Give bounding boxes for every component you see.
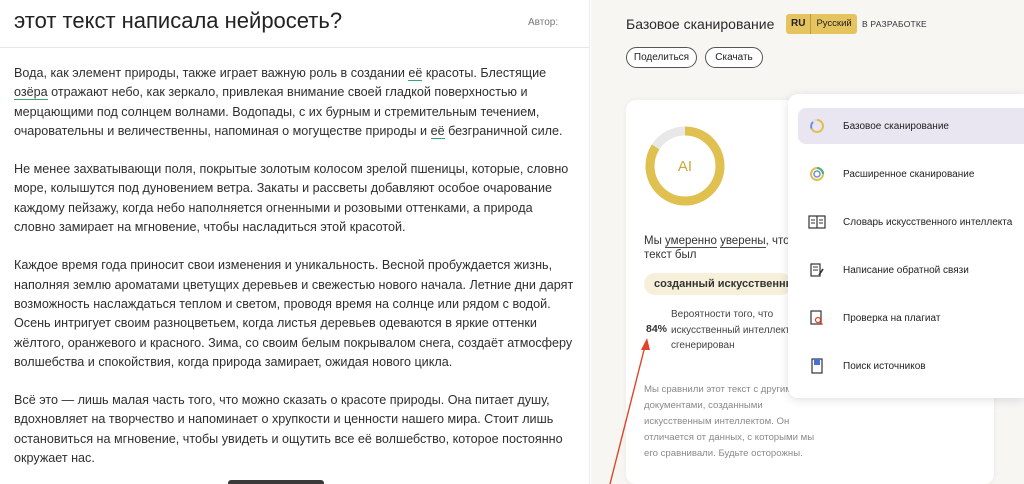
text-line: Не менее захватывающи поля, покрытые зол… bbox=[14, 160, 574, 179]
verdict-line2: текст был bbox=[644, 249, 697, 261]
note-line: отличается от данных, с которыми мы bbox=[644, 432, 815, 443]
text-segment: безграничной силе. bbox=[444, 123, 563, 138]
menu-item-label: Проверка на плагиат bbox=[843, 312, 941, 324]
text-line: остановиться на мгновение, чтобы увидеть… bbox=[14, 430, 574, 449]
download-button[interactable]: Скачать bbox=[705, 47, 763, 68]
language-name: Русский bbox=[816, 18, 852, 29]
text-line: возможность наслаждаться теплом и светом… bbox=[14, 295, 574, 314]
text-segment: окружает нас. bbox=[14, 451, 95, 466]
verdict-pill: созданный искусственным bbox=[644, 273, 792, 295]
plagiarism-icon bbox=[808, 309, 826, 327]
text-line: волшебства и спокойствия, когда природа … bbox=[14, 353, 574, 372]
document-header: этот текст написала нейросеть? Автор: bbox=[0, 0, 589, 48]
donut-label: AI bbox=[677, 157, 693, 175]
text-segment: Осень интригует своим разноцветьем, когд… bbox=[14, 316, 537, 331]
text-line: Вода, как элемент природы, также играет … bbox=[14, 64, 574, 83]
text-line: Осень интригует своим разноцветьем, когд… bbox=[14, 314, 574, 333]
text-line: озёра отражают небо, как зеркало, привле… bbox=[14, 83, 574, 102]
verdict-text: Мы умеренно уверены, что bbox=[644, 233, 794, 249]
probability-value: 84% bbox=[646, 323, 668, 335]
paragraph: Всё это — лишь малая часть того, что мож… bbox=[14, 391, 574, 468]
text-line: очаровательны и величественны, напоминая… bbox=[14, 122, 574, 141]
text-line: наполняя землю ароматами цветущих деревь… bbox=[14, 276, 574, 295]
menu-item-label: Написание обратной связи bbox=[843, 264, 969, 276]
author-label: Автор: bbox=[528, 17, 559, 28]
text-segment: словно замирает на мгновение, чтобы насл… bbox=[14, 220, 406, 235]
menu-item-basic-scan[interactable]: Базовое сканирование bbox=[798, 108, 1024, 144]
document-title[interactable]: этот текст написала нейросеть? bbox=[14, 8, 342, 34]
text-line: каждому пейзажу, когда небо наполняется … bbox=[14, 199, 574, 218]
probability-line: Вероятности того, что bbox=[671, 309, 774, 320]
text-segment: Каждое время года приносит свои изменени… bbox=[14, 258, 553, 273]
menu-item-label: Базовое сканирование bbox=[843, 120, 949, 132]
paragraph: Не менее захватывающи поля, покрытые зол… bbox=[14, 160, 574, 237]
highlighted-word[interactable]: её bbox=[408, 66, 423, 81]
menu-item-label: Словарь искусственного интеллекта bbox=[843, 216, 1013, 228]
probability-text: Вероятности того, что искусственный инте… bbox=[671, 307, 801, 354]
text-segment: наполняя землю ароматами цветущих деревь… bbox=[14, 277, 574, 292]
paragraph: Каждое время года приносит свои изменени… bbox=[14, 256, 574, 372]
note-line: искусственным интеллектом. Он bbox=[644, 416, 790, 427]
language-code: RU bbox=[786, 14, 812, 34]
scroll-handle[interactable] bbox=[228, 480, 324, 484]
text-segment: каждому пейзажу, когда небо наполняется … bbox=[14, 200, 533, 215]
menu-item-feedback[interactable]: Написание обратной связи bbox=[798, 252, 1024, 288]
text-segment: очаровательны и величественны, напоминая… bbox=[14, 123, 431, 138]
text-line: мерцающими под солнцем волнами. Водопады… bbox=[14, 103, 574, 122]
dictionary-icon bbox=[808, 213, 826, 231]
text-line: вдохновляет на творчество и напоминает о… bbox=[14, 410, 574, 429]
share-button[interactable]: Поделиться bbox=[626, 47, 697, 68]
paragraph: Вода, как элемент природы, также играет … bbox=[14, 64, 574, 141]
menu-item-ai-dictionary[interactable]: Словарь искусственного интеллекта bbox=[798, 204, 1024, 240]
advanced-scan-icon bbox=[808, 165, 826, 183]
verdict-word-confident[interactable]: уверены bbox=[720, 235, 766, 248]
highlighted-word[interactable]: озёра bbox=[14, 85, 48, 101]
text-line: жёлтого, оранжевого и красного. Зима, со… bbox=[14, 334, 574, 353]
menu-item-advanced-scan[interactable]: Расширенное сканирование bbox=[798, 156, 1024, 192]
text-segment: жёлтого, оранжевого и красного. Зима, со… bbox=[14, 335, 573, 350]
text-line: словно замирает на мгновение, чтобы насл… bbox=[14, 218, 574, 237]
note-line: его сравнивали. Будьте осторожны. bbox=[644, 448, 803, 459]
document-pane: этот текст написала нейросеть? Автор: Во… bbox=[0, 0, 590, 484]
feedback-icon bbox=[808, 261, 826, 279]
text-line: Каждое время года приносит свои изменени… bbox=[14, 256, 574, 275]
text-segment: возможность наслаждаться теплом и светом… bbox=[14, 296, 551, 311]
text-segment: волшебства и спокойствия, когда природа … bbox=[14, 354, 453, 369]
highlighted-word[interactable]: её bbox=[430, 123, 445, 139]
text-segment: вдохновляет на творчество и напоминает о… bbox=[14, 412, 554, 427]
verdict-suffix: , что bbox=[765, 235, 790, 247]
text-segment: отражают небо, как зеркало, привлекая вн… bbox=[47, 85, 528, 100]
sources-icon bbox=[808, 357, 826, 375]
scan-type-menu: Базовое сканирование Расширенное сканиро… bbox=[788, 94, 1024, 398]
scan-panel: Базовое сканирование RU Русский В РАЗРАБ… bbox=[591, 0, 1024, 484]
probability-line: искусственный интеллект bbox=[671, 324, 791, 336]
scan-title: Базовое сканирование bbox=[626, 16, 775, 32]
basic-scan-icon bbox=[808, 117, 826, 135]
text-line: море, колышутся под дуновением ветра. За… bbox=[14, 179, 574, 198]
note-line: документами, созданными bbox=[644, 400, 763, 411]
menu-item-plagiarism[interactable]: Проверка на плагиат bbox=[798, 300, 1024, 336]
text-line: окружает нас. bbox=[14, 449, 574, 468]
text-segment: Не менее захватывающи поля, покрытые зол… bbox=[14, 162, 569, 177]
language-badge[interactable]: RU Русский bbox=[786, 14, 857, 34]
status-badge: В РАЗРАБОТКЕ bbox=[862, 19, 927, 29]
document-body[interactable]: Вода, как элемент природы, также играет … bbox=[14, 64, 574, 484]
text-segment: Вода, как элемент природы, также играет … bbox=[14, 66, 409, 80]
text-segment: море, колышутся под дуновением ветра. За… bbox=[14, 181, 553, 196]
text-segment: Всё это — лишь малая часть того, что мож… bbox=[14, 393, 550, 408]
verdict-prefix: Мы bbox=[644, 235, 666, 247]
text-line: Всё это — лишь малая часть того, что мож… bbox=[14, 391, 574, 410]
text-segment: мерцающими под солнцем волнами. Водопады… bbox=[14, 104, 540, 119]
menu-item-sources[interactable]: Поиск источников bbox=[798, 348, 1024, 384]
text-segment: остановиться на мгновение, чтобы увидеть… bbox=[14, 431, 563, 446]
probability-line: сгенерирован bbox=[671, 340, 735, 351]
menu-item-label: Поиск источников bbox=[843, 360, 926, 372]
menu-item-label: Расширенное сканирование bbox=[843, 168, 975, 180]
verdict-word-moderately[interactable]: умеренно bbox=[665, 235, 717, 248]
text-segment: красоты. Блестящие bbox=[422, 66, 547, 80]
